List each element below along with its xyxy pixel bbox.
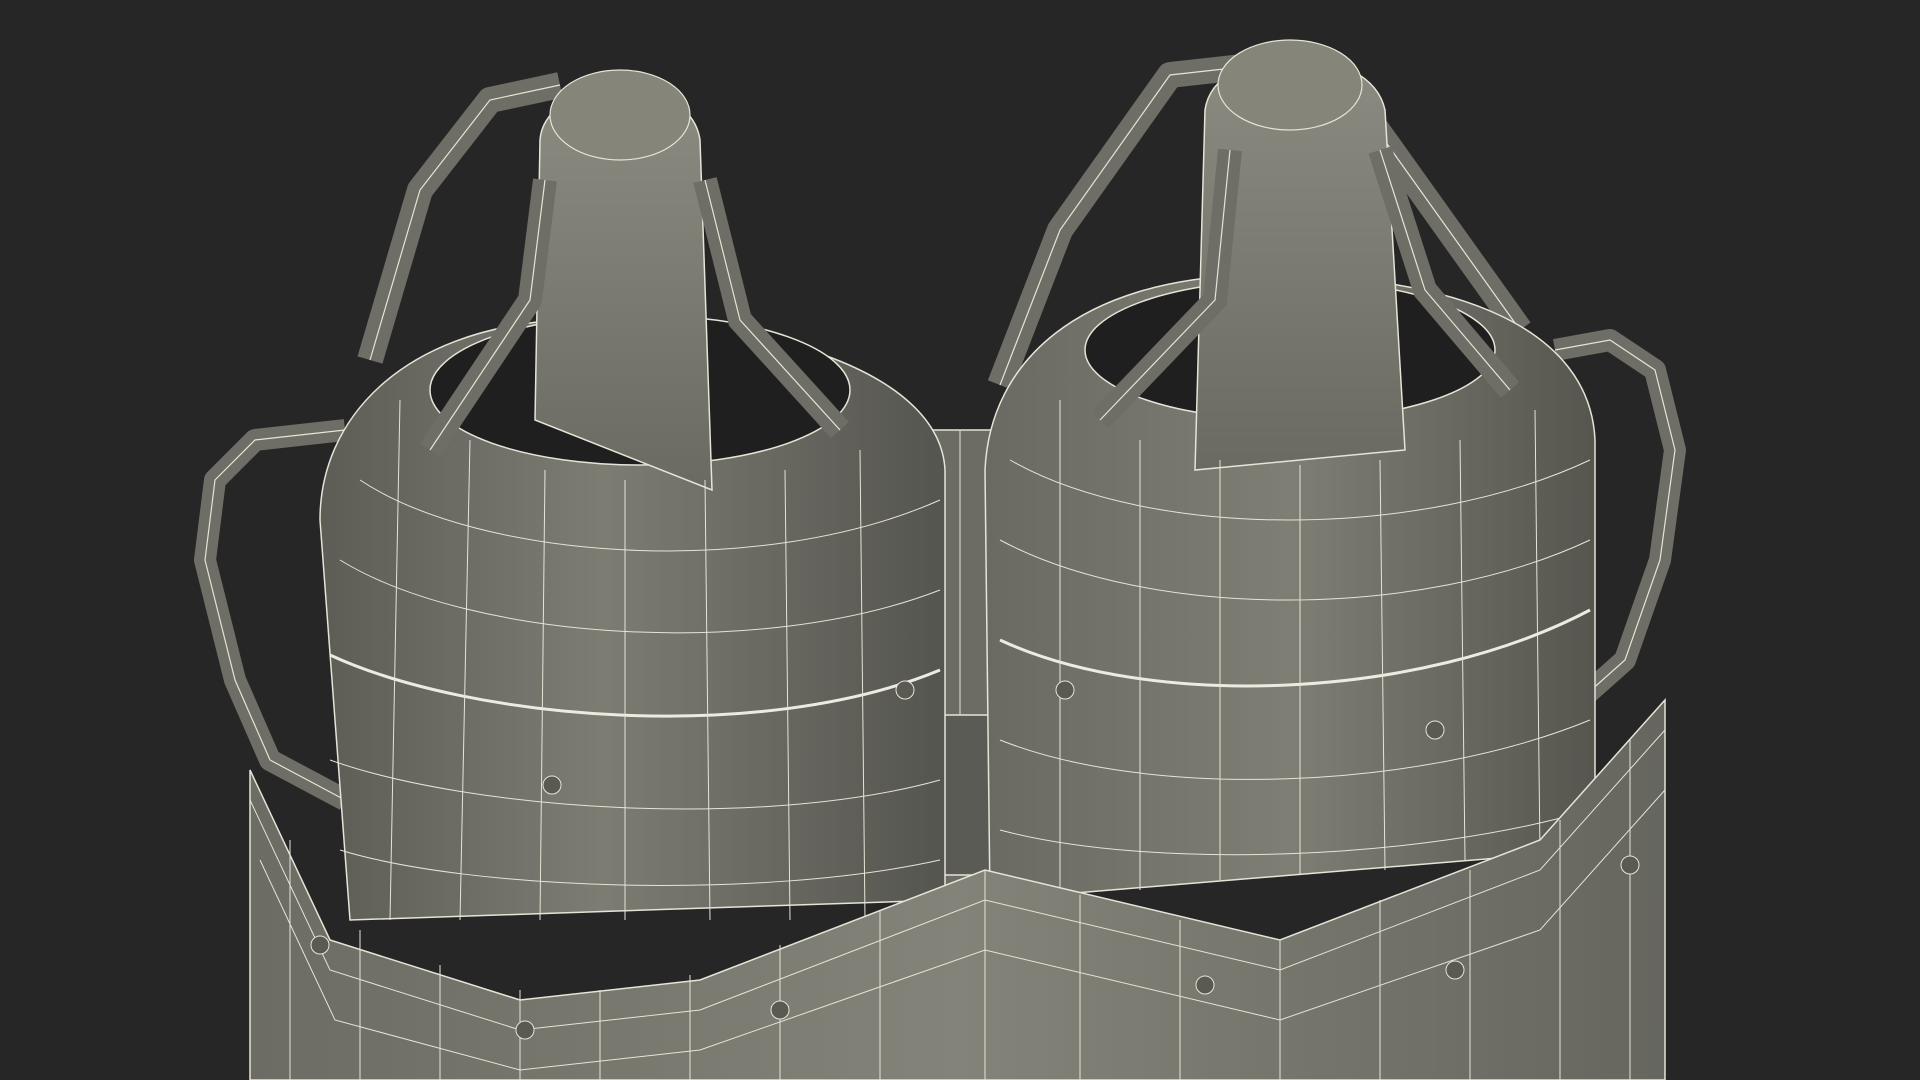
- engine-left-icon: [194, 69, 946, 950]
- engine-right-icon: [984, 39, 1686, 901]
- wireframe-scene: [194, 39, 1686, 1080]
- render-viewport: [0, 0, 1920, 1080]
